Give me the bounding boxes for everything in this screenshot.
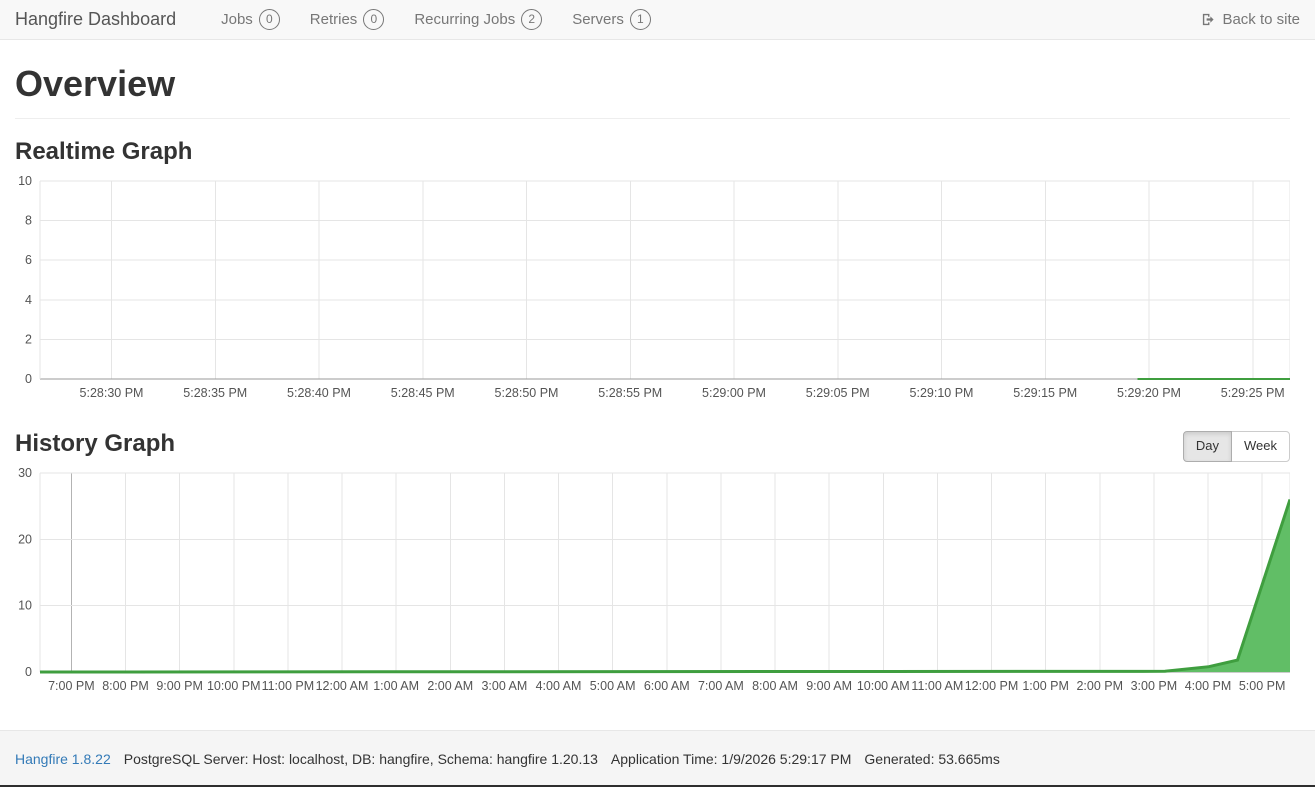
nav-item-retries[interactable]: Retries 0 <box>295 0 400 40</box>
svg-text:5:28:50 PM: 5:28:50 PM <box>495 386 559 400</box>
svg-text:8:00 PM: 8:00 PM <box>102 679 149 693</box>
page-title: Overview <box>15 64 1290 119</box>
svg-text:8:00 AM: 8:00 AM <box>752 679 798 693</box>
svg-text:10:00 PM: 10:00 PM <box>207 679 261 693</box>
history-chart: 7:00 PM8:00 PM9:00 PM10:00 PM11:00 PM12:… <box>15 467 1290 697</box>
svg-text:7:00 AM: 7:00 AM <box>698 679 744 693</box>
nav-item-servers[interactable]: Servers 1 <box>557 0 666 40</box>
svg-text:3:00 AM: 3:00 AM <box>481 679 527 693</box>
generated-time: Generated: 53.665ms <box>864 751 999 767</box>
jobs-count-badge: 0 <box>259 9 280 30</box>
svg-text:0: 0 <box>25 372 32 386</box>
svg-text:5:00 AM: 5:00 AM <box>590 679 636 693</box>
svg-text:5:28:30 PM: 5:28:30 PM <box>80 386 144 400</box>
svg-text:20: 20 <box>18 532 32 546</box>
svg-text:3:00 PM: 3:00 PM <box>1131 679 1178 693</box>
week-button[interactable]: Week <box>1231 431 1290 462</box>
realtime-graph-title: Realtime Graph <box>15 139 1290 165</box>
realtime-chart: 5:28:30 PM 5:28:35 PM 5:28:40 PM 5:28:45 PM… <box>15 175 1290 407</box>
retries-count-badge: 0 <box>363 9 384 30</box>
svg-text:5:29:15 PM: 5:29:15 PM <box>1013 386 1077 400</box>
svg-text:9:00 AM: 9:00 AM <box>806 679 852 693</box>
sign-out-icon <box>1201 12 1216 27</box>
svg-text:10: 10 <box>18 175 32 188</box>
svg-text:4: 4 <box>25 293 32 307</box>
svg-text:5:29:00 PM: 5:29:00 PM <box>702 386 766 400</box>
servers-count-badge: 1 <box>630 9 651 30</box>
svg-text:4:00 AM: 4:00 AM <box>536 679 582 693</box>
history-range-toggle: Day Week <box>1183 431 1290 462</box>
svg-text:1:00 PM: 1:00 PM <box>1022 679 1069 693</box>
navbar: Hangfire Dashboard Jobs 0 Retries 0 Recu… <box>0 0 1315 40</box>
nav-item-servers-label: Servers <box>572 11 624 28</box>
back-to-site-label: Back to site <box>1222 11 1300 28</box>
svg-text:5:29:25 PM: 5:29:25 PM <box>1221 386 1285 400</box>
svg-text:6: 6 <box>25 253 32 267</box>
svg-text:5:28:35 PM: 5:28:35 PM <box>183 386 247 400</box>
svg-text:12:00 PM: 12:00 PM <box>965 679 1019 693</box>
back-to-site-link[interactable]: Back to site <box>1201 11 1300 28</box>
svg-text:12:00 AM: 12:00 AM <box>316 679 369 693</box>
svg-text:7:00 PM: 7:00 PM <box>48 679 95 693</box>
nav-item-jobs-label: Jobs <box>221 11 253 28</box>
svg-text:10:00 AM: 10:00 AM <box>857 679 910 693</box>
svg-text:2:00 AM: 2:00 AM <box>427 679 473 693</box>
recurring-jobs-count-badge: 2 <box>521 9 542 30</box>
navbar-brand[interactable]: Hangfire Dashboard <box>15 9 176 30</box>
page-footer: Hangfire 1.8.22 PostgreSQL Server: Host:… <box>0 730 1315 787</box>
application-time: Application Time: 1/9/2026 5:29:17 PM <box>611 751 851 767</box>
svg-text:0: 0 <box>25 665 32 679</box>
main-content: Overview Realtime Graph 5:28:30 PM5:28:3… <box>0 64 1315 697</box>
svg-text:2:00 PM: 2:00 PM <box>1076 679 1123 693</box>
history-graph-title: History Graph <box>15 431 175 457</box>
svg-text:5:28:55 PM: 5:28:55 PM <box>598 386 662 400</box>
day-button[interactable]: Day <box>1183 431 1232 462</box>
svg-text:11:00 AM: 11:00 AM <box>911 679 963 693</box>
svg-text:10: 10 <box>18 598 32 612</box>
navbar-menu: Jobs 0 Retries 0 Recurring Jobs 2 Server… <box>206 0 666 40</box>
svg-text:5:29:05 PM: 5:29:05 PM <box>806 386 870 400</box>
storage-info: PostgreSQL Server: Host: localhost, DB: … <box>124 751 598 767</box>
svg-text:5:28:40 PM: 5:28:40 PM <box>287 386 351 400</box>
svg-text:6:00 AM: 6:00 AM <box>644 679 690 693</box>
svg-text:1:00 AM: 1:00 AM <box>373 679 419 693</box>
svg-text:5:00 PM: 5:00 PM <box>1239 679 1286 693</box>
svg-text:9:00 PM: 9:00 PM <box>156 679 203 693</box>
svg-text:30: 30 <box>18 467 32 480</box>
nav-item-retries-label: Retries <box>310 11 358 28</box>
nav-item-recurring-jobs[interactable]: Recurring Jobs 2 <box>399 0 557 40</box>
svg-text:11:00 PM: 11:00 PM <box>262 679 315 693</box>
svg-text:2: 2 <box>25 332 32 346</box>
svg-text:5:29:10 PM: 5:29:10 PM <box>910 386 974 400</box>
hangfire-version-link[interactable]: Hangfire 1.8.22 <box>15 751 111 767</box>
nav-item-jobs[interactable]: Jobs 0 <box>206 0 295 40</box>
svg-text:8: 8 <box>25 214 32 228</box>
svg-text:4:00 PM: 4:00 PM <box>1185 679 1232 693</box>
svg-text:5:29:20 PM: 5:29:20 PM <box>1117 386 1181 400</box>
nav-item-recurring-jobs-label: Recurring Jobs <box>414 11 515 28</box>
svg-text:5:28:45 PM: 5:28:45 PM <box>391 386 455 400</box>
